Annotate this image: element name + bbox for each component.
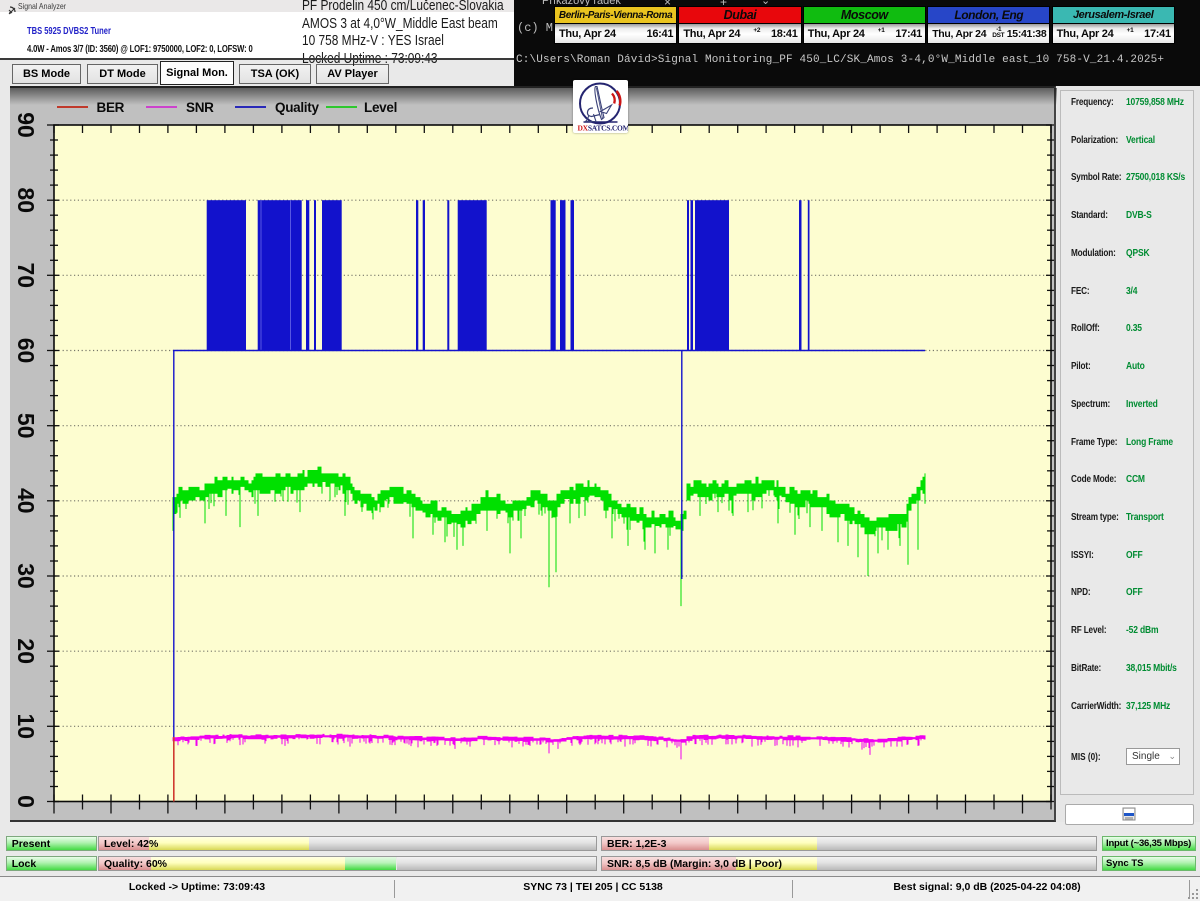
svg-text:Level: Level	[364, 100, 397, 115]
svg-text:50: 50	[13, 413, 39, 439]
svg-text:40: 40	[13, 488, 39, 514]
svg-text:SNR: SNR	[186, 100, 214, 115]
svg-text:DXSATCS.COM: DXSATCS.COM	[578, 124, 629, 133]
svg-text:70: 70	[13, 263, 39, 289]
svg-text:60: 60	[13, 338, 39, 364]
svg-text:20: 20	[13, 638, 39, 664]
svg-text:BER: BER	[97, 100, 125, 115]
svg-text:30: 30	[13, 563, 39, 589]
svg-text:90: 90	[13, 112, 39, 138]
svg-text:80: 80	[13, 187, 39, 213]
svg-text:Quality: Quality	[275, 100, 319, 115]
svg-text:10: 10	[13, 714, 39, 740]
svg-text:0: 0	[13, 795, 39, 808]
